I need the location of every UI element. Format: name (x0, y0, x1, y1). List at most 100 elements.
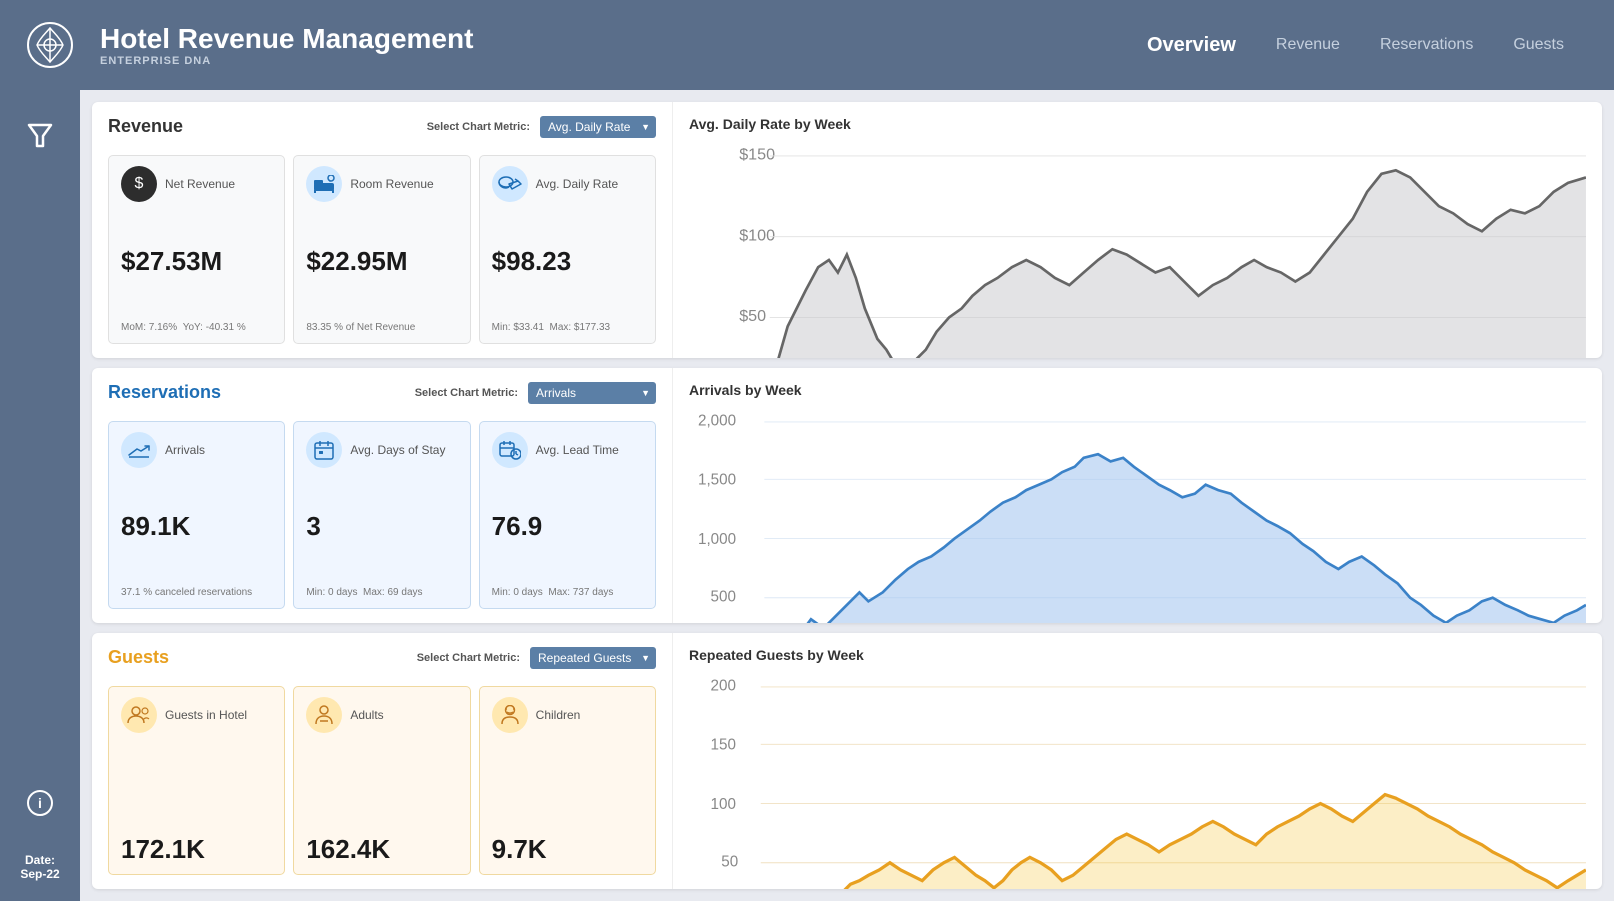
reservations-section: Reservations Select Chart Metric: Arriva… (92, 368, 1602, 624)
avg-days-label: Avg. Days of Stay (350, 443, 445, 457)
reservations-metrics: Arrivals 89.1K 37.1 % canceled reservati… (108, 421, 656, 610)
guests-chart-svg: 200 150 100 50 0 (689, 669, 1586, 889)
avg-days-value: 3 (306, 512, 457, 541)
avg-daily-rate-value: $98.23 (492, 247, 643, 276)
svg-text:150: 150 (711, 737, 736, 754)
page-layout: i Date: Sep-22 Revenue Select Chart Metr… (0, 90, 1614, 901)
revenue-chart-title: Avg. Daily Rate by Week (689, 116, 1586, 132)
adults-header: Adults (306, 697, 457, 733)
avg-daily-rate-label: Avg. Daily Rate (536, 177, 618, 191)
svg-text:200: 200 (711, 678, 736, 695)
guests-hotel-header: Guests in Hotel (121, 697, 272, 733)
svg-text:1,500: 1,500 (698, 471, 736, 488)
sidebar: i Date: Sep-22 (0, 90, 80, 901)
filter-icon[interactable] (25, 120, 55, 157)
revenue-select-wrapper[interactable]: Avg. Daily Rate Net Revenue Room Revenue (540, 116, 656, 138)
guests-top: Guests Select Chart Metric: Repeated Gue… (108, 647, 656, 678)
avg-daily-rate-sub: Min: $33.41 Max: $177.33 (492, 322, 643, 333)
revenue-title: Revenue (108, 116, 183, 137)
net-revenue-label: Net Revenue (165, 177, 235, 191)
avg-daily-rate-header: Avg. Daily Rate (492, 166, 643, 202)
reservations-metric-select[interactable]: Arrivals Avg. Days of Stay Avg. Lead Tim… (528, 382, 656, 404)
nav-reservations[interactable]: Reservations (1380, 36, 1473, 54)
reservations-chart-svg: 2,000 1,500 1,000 500 0 (689, 404, 1586, 624)
room-revenue-card: Room Revenue $22.95M 83.35 % of Net Reve… (293, 155, 470, 344)
reservations-chart-panel: Arrivals by Week 2,000 1,500 1,000 500 0 (672, 368, 1602, 624)
avg-lead-sub: Min: 0 days Max: 737 days (492, 587, 643, 598)
avg-lead-card: Avg. Lead Time 76.9 Min: 0 days Max: 737… (479, 421, 656, 610)
main-nav: Overview Revenue Reservations Guests (1147, 34, 1564, 57)
reservations-chart-title: Arrivals by Week (689, 382, 1586, 398)
guests-select-wrapper[interactable]: Repeated Guests Guests in Hotel Adults C… (530, 647, 656, 669)
date-value: Sep-22 (20, 867, 59, 881)
revenue-metrics: $ Net Revenue $27.53M MoM: 7.16% YoY: -4… (108, 155, 656, 344)
reservations-select-wrapper[interactable]: Arrivals Avg. Days of Stay Avg. Lead Tim… (528, 382, 656, 404)
avg-lead-header: Avg. Lead Time (492, 432, 643, 468)
avg-days-sub: Min: 0 days Max: 69 days (306, 587, 457, 598)
room-revenue-header: Room Revenue (306, 166, 457, 202)
avg-daily-rate-card: Avg. Daily Rate $98.23 Min: $33.41 Max: … (479, 155, 656, 344)
revenue-section: Revenue Select Chart Metric: Avg. Daily … (92, 102, 1602, 358)
adult-icon (306, 697, 342, 733)
hand-coin-icon (492, 166, 528, 202)
guests-icon (121, 697, 157, 733)
net-revenue-card: $ Net Revenue $27.53M MoM: 7.16% YoY: -4… (108, 155, 285, 344)
arrivals-card: Arrivals 89.1K 37.1 % canceled reservati… (108, 421, 285, 610)
room-revenue-sub: 83.35 % of Net Revenue (306, 322, 457, 333)
date-label: Date: (20, 853, 59, 867)
revenue-chart-container: $150 $100 $50 Jul 2018 Jan 2019 (689, 138, 1586, 358)
avg-lead-label: Avg. Lead Time (536, 443, 619, 457)
app-subtitle: ENTERPRISE DNA (100, 55, 1127, 67)
arrivals-sub: 37.1 % canceled reservations (121, 587, 272, 598)
guests-selector-label: Select Chart Metric: (417, 652, 520, 664)
guests-chart-container: 200 150 100 50 0 (689, 669, 1586, 889)
guests-metrics: Guests in Hotel 172.1K (108, 686, 656, 875)
revenue-top: Revenue Select Chart Metric: Avg. Daily … (108, 116, 656, 147)
child-icon (492, 697, 528, 733)
children-header: Children (492, 697, 643, 733)
revenue-metric-selector: Select Chart Metric: Avg. Daily Rate Net… (427, 116, 656, 138)
room-revenue-value: $22.95M (306, 247, 457, 276)
arrivals-value: 89.1K (121, 512, 272, 541)
net-revenue-value: $27.53M (121, 247, 272, 276)
revenue-left: Revenue Select Chart Metric: Avg. Daily … (92, 102, 672, 358)
room-revenue-label: Room Revenue (350, 177, 433, 191)
net-revenue-sub1: MoM: 7.16% YoY: -40.31 % (121, 322, 272, 333)
calendar-icon (306, 432, 342, 468)
app-header: Hotel Revenue Management ENTERPRISE DNA … (0, 0, 1614, 90)
reservations-selector-label: Select Chart Metric: (415, 387, 518, 399)
arrivals-icon (121, 432, 157, 468)
bed-icon (306, 166, 342, 202)
sidebar-date-block: i Date: Sep-22 (20, 789, 59, 901)
adults-card: Adults 162.4K (293, 686, 470, 875)
revenue-chart-svg: $150 $100 $50 Jul 2018 Jan 2019 (689, 138, 1586, 358)
guests-metric-select[interactable]: Repeated Guests Guests in Hotel Adults C… (530, 647, 656, 669)
guests-metric-selector: Select Chart Metric: Repeated Guests Gue… (417, 647, 656, 669)
svg-text:i: i (38, 795, 42, 811)
nav-guests[interactable]: Guests (1513, 36, 1564, 54)
clock-calendar-icon (492, 432, 528, 468)
revenue-selector-label: Select Chart Metric: (427, 121, 530, 133)
nav-revenue[interactable]: Revenue (1276, 36, 1340, 54)
info-icon[interactable]: i (20, 789, 59, 823)
adults-label: Adults (350, 708, 383, 722)
children-card: Children 9.7K (479, 686, 656, 875)
svg-text:500: 500 (711, 588, 736, 605)
guests-chart-panel: Repeated Guests by Week 200 150 100 50 0 (672, 633, 1602, 889)
guests-left: Guests Select Chart Metric: Repeated Gue… (92, 633, 672, 889)
revenue-metric-select[interactable]: Avg. Daily Rate Net Revenue Room Revenue (540, 116, 656, 138)
arrivals-header: Arrivals (121, 432, 272, 468)
guests-hotel-value: 172.1K (121, 835, 272, 864)
svg-text:50: 50 (721, 854, 738, 871)
reservations-top: Reservations Select Chart Metric: Arriva… (108, 382, 656, 413)
reservations-left: Reservations Select Chart Metric: Arriva… (92, 368, 672, 624)
main-content: Revenue Select Chart Metric: Avg. Daily … (80, 90, 1614, 901)
svg-text:1,000: 1,000 (698, 531, 736, 548)
net-revenue-header: $ Net Revenue (121, 166, 272, 202)
avg-lead-value: 76.9 (492, 512, 643, 541)
guests-title: Guests (108, 647, 169, 668)
nav-overview[interactable]: Overview (1147, 34, 1236, 57)
adults-value: 162.4K (306, 835, 457, 864)
avg-days-card: Avg. Days of Stay 3 Min: 0 days Max: 69 … (293, 421, 470, 610)
reservations-chart-container: 2,000 1,500 1,000 500 0 (689, 404, 1586, 624)
